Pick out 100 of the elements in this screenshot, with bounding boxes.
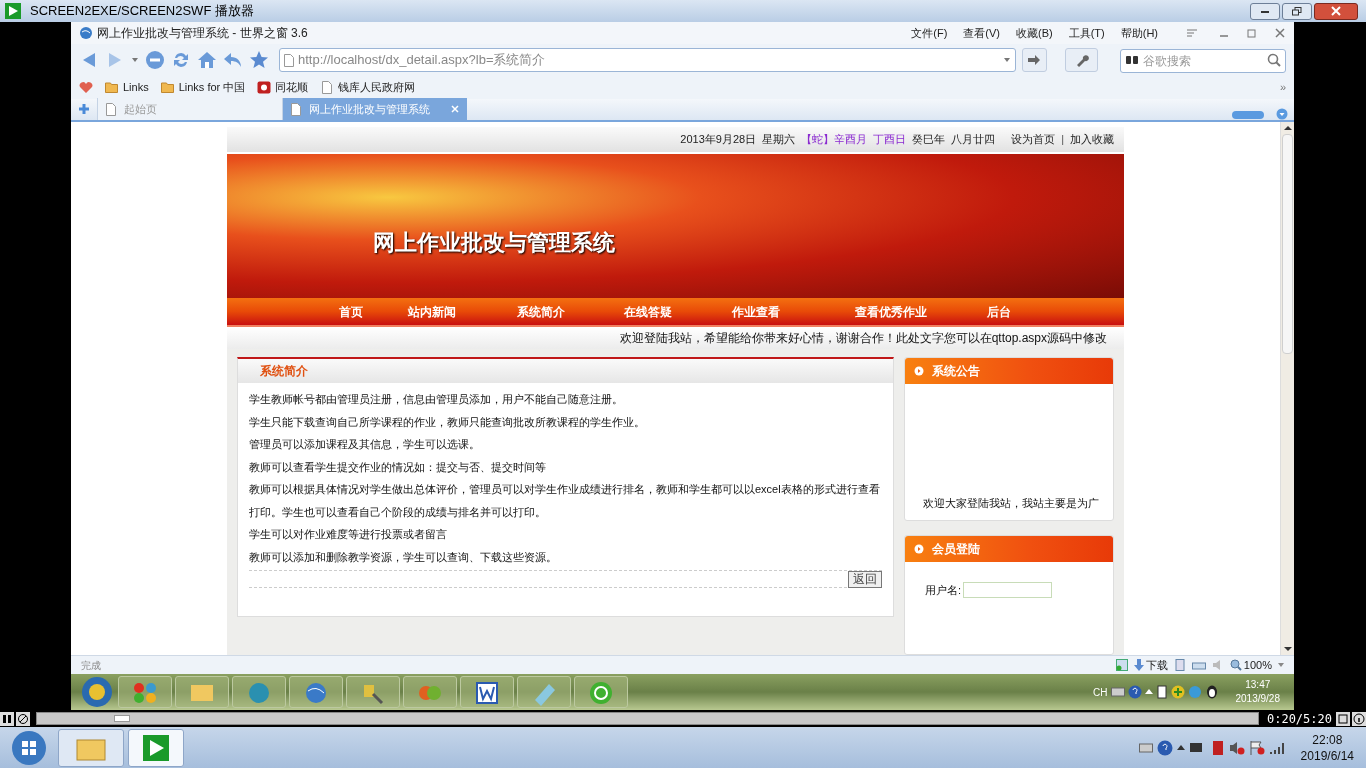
bookmark-link[interactable]: 同花顺 [257, 79, 309, 96]
bookmark-link[interactable]: 钱库人民政府网 [320, 79, 416, 96]
search-icon[interactable] [1267, 53, 1281, 67]
taskbar-app-button[interactable] [574, 676, 628, 708]
nav-link[interactable]: 在线答疑 [624, 302, 672, 321]
up-caret-icon[interactable] [1176, 744, 1185, 751]
device-icon[interactable] [1173, 659, 1186, 671]
download-link[interactable]: 下载 [1133, 656, 1168, 674]
playback-time: 0:20/5:20 [1265, 710, 1333, 728]
flag-icon[interactable] [1248, 739, 1265, 756]
clock-date: 2013/9/28 [1235, 692, 1280, 706]
home-icon[interactable] [197, 50, 217, 70]
menu-item[interactable]: 帮助(H) [1120, 24, 1158, 42]
menu-item[interactable]: 文件(F) [911, 24, 948, 42]
bookmark-link[interactable]: Links [105, 79, 149, 96]
signal-icon[interactable] [1268, 740, 1285, 755]
penguin-icon[interactable] [1204, 685, 1219, 699]
menu-item[interactable]: 查看(V) [963, 24, 1000, 42]
date-text: 【蛇】辛酉月 [801, 132, 868, 148]
page-icon [320, 81, 335, 94]
window-title: SCREEN2EXE/SCREEN2SWF 播放器 [30, 2, 254, 21]
paragraph-text: 学生只能下载查询自己所学课程的作业，教师只能查询批改所教课程的学生作业。 [249, 414, 646, 430]
binoculars-icon [1125, 54, 1139, 66]
go-button[interactable] [1021, 48, 1048, 72]
page-icon [106, 102, 116, 116]
restore-icon[interactable] [1246, 28, 1258, 38]
nav-link[interactable]: 系统简介 [517, 302, 565, 321]
header-link[interactable]: 设为首页 [1011, 131, 1056, 148]
nav-link[interactable]: 首页 [339, 302, 363, 321]
separator-text: | [1061, 132, 1064, 148]
keyboard-icon[interactable] [1138, 742, 1153, 753]
help-icon[interactable] [1156, 739, 1173, 756]
dropdown-caret-icon[interactable] [1002, 57, 1011, 63]
nav-link[interactable]: 作业查看 [732, 302, 780, 321]
status-text: 完成 [81, 658, 101, 673]
magnifier-icon [1229, 659, 1242, 671]
fullscreen-icon[interactable] [1336, 711, 1350, 726]
close-icon[interactable] [1274, 28, 1286, 38]
taskbar-app-button[interactable] [460, 676, 514, 708]
menu-item[interactable]: 工具(T) [1068, 24, 1105, 42]
window-icon[interactable] [1115, 659, 1128, 671]
close-button[interactable] [1314, 2, 1358, 20]
zoom-control[interactable]: 100% [1229, 656, 1272, 674]
device-icon[interactable] [1210, 739, 1225, 756]
info-icon[interactable] [1352, 711, 1366, 726]
stop-icon[interactable] [145, 50, 165, 70]
date-text: 癸巳年 [912, 132, 946, 148]
notice-text: 欢迎大家登陆我站，我站主要是为广 [923, 497, 1099, 509]
search-field[interactable]: 谷歌搜索 [1120, 49, 1286, 73]
paragraph-text: 管理员可以添加课程及其信息，学生可以选课。 [249, 437, 481, 452]
tab-scroll-icon[interactable] [1232, 110, 1264, 120]
clock[interactable]: 13:47 2013/9/28 [1235, 678, 1280, 706]
folder-icon [105, 81, 119, 94]
taskbar-app-button[interactable] [128, 728, 184, 767]
header-link[interactable]: 加入收藏 [1070, 131, 1114, 148]
paragraph-text: 教师可以查看学生提交作业的情况如：提交与否、提交时间等 [249, 459, 547, 475]
stop-circle-icon[interactable] [16, 711, 30, 726]
menu-item[interactable]: 收藏(B) [1016, 24, 1053, 42]
back-button[interactable]: 返回 [848, 570, 882, 588]
plus-icon [78, 103, 90, 115]
language-indicator[interactable]: CH [1093, 684, 1108, 700]
nav-link[interactable]: 站内新闻 [408, 302, 456, 321]
down-arrow-icon [1133, 659, 1144, 671]
progress-thumb[interactable] [114, 715, 131, 722]
scrollbar[interactable] [1280, 122, 1294, 655]
welcome-text: 欢迎登陆我站，希望能给你带来好心情，谢谢合作！此处文字您可以在qttop.aspx源码中修改 [619, 330, 1107, 348]
bookmark-link[interactable]: Links for 中国 [160, 79, 246, 96]
tools-button[interactable] [1065, 48, 1098, 72]
bullet-icon [914, 544, 924, 554]
paragraph-text: 教师可以添加和删除教学资源，学生可以查询、下载这些资源。 [249, 549, 558, 565]
muted-speaker-icon[interactable] [1228, 739, 1245, 756]
clock-time: 13:47 [1245, 678, 1271, 692]
start-orb-icon[interactable] [79, 676, 115, 708]
app-logo-icon [257, 81, 272, 94]
minimize-button[interactable] [1250, 2, 1280, 20]
scrollbar-thumb[interactable] [1282, 134, 1293, 354]
help-icon[interactable] [1127, 685, 1142, 699]
clock[interactable]: 22:08 2019/6/14 [1300, 731, 1354, 764]
dropdown-caret-icon[interactable] [1278, 663, 1284, 667]
menu-lines-icon[interactable] [1186, 28, 1198, 38]
refresh-icon[interactable] [171, 50, 191, 70]
section-title: 系统简介 [260, 363, 308, 380]
nav-link[interactable]: 后台 [987, 302, 1011, 321]
star-icon[interactable] [249, 50, 269, 70]
banner-title: 网上作业批改与管理系统 [373, 228, 615, 257]
paragraph-text: 学生可以对作业难度等进行投票或者留言 [249, 527, 448, 542]
address-bar[interactable]: http://localhost/dx_detail.aspx?lb=系统简介 [279, 48, 1016, 72]
overflow-chevron-icon[interactable]: » [1279, 79, 1286, 96]
dropdown-caret-icon[interactable] [131, 57, 139, 63]
keyboard-icon[interactable] [1110, 687, 1125, 697]
restore-button[interactable] [1282, 2, 1312, 20]
page-icon [291, 102, 301, 116]
heart-icon[interactable] [79, 81, 93, 94]
username-field[interactable] [963, 582, 1053, 599]
taskbar-app-button[interactable] [118, 676, 172, 708]
nav-link[interactable]: 查看优秀作业 [855, 302, 927, 321]
bullet-icon [914, 366, 924, 376]
pause-icon[interactable] [0, 711, 14, 726]
globe-icon [79, 26, 93, 40]
device-icon[interactable] [1155, 685, 1168, 699]
